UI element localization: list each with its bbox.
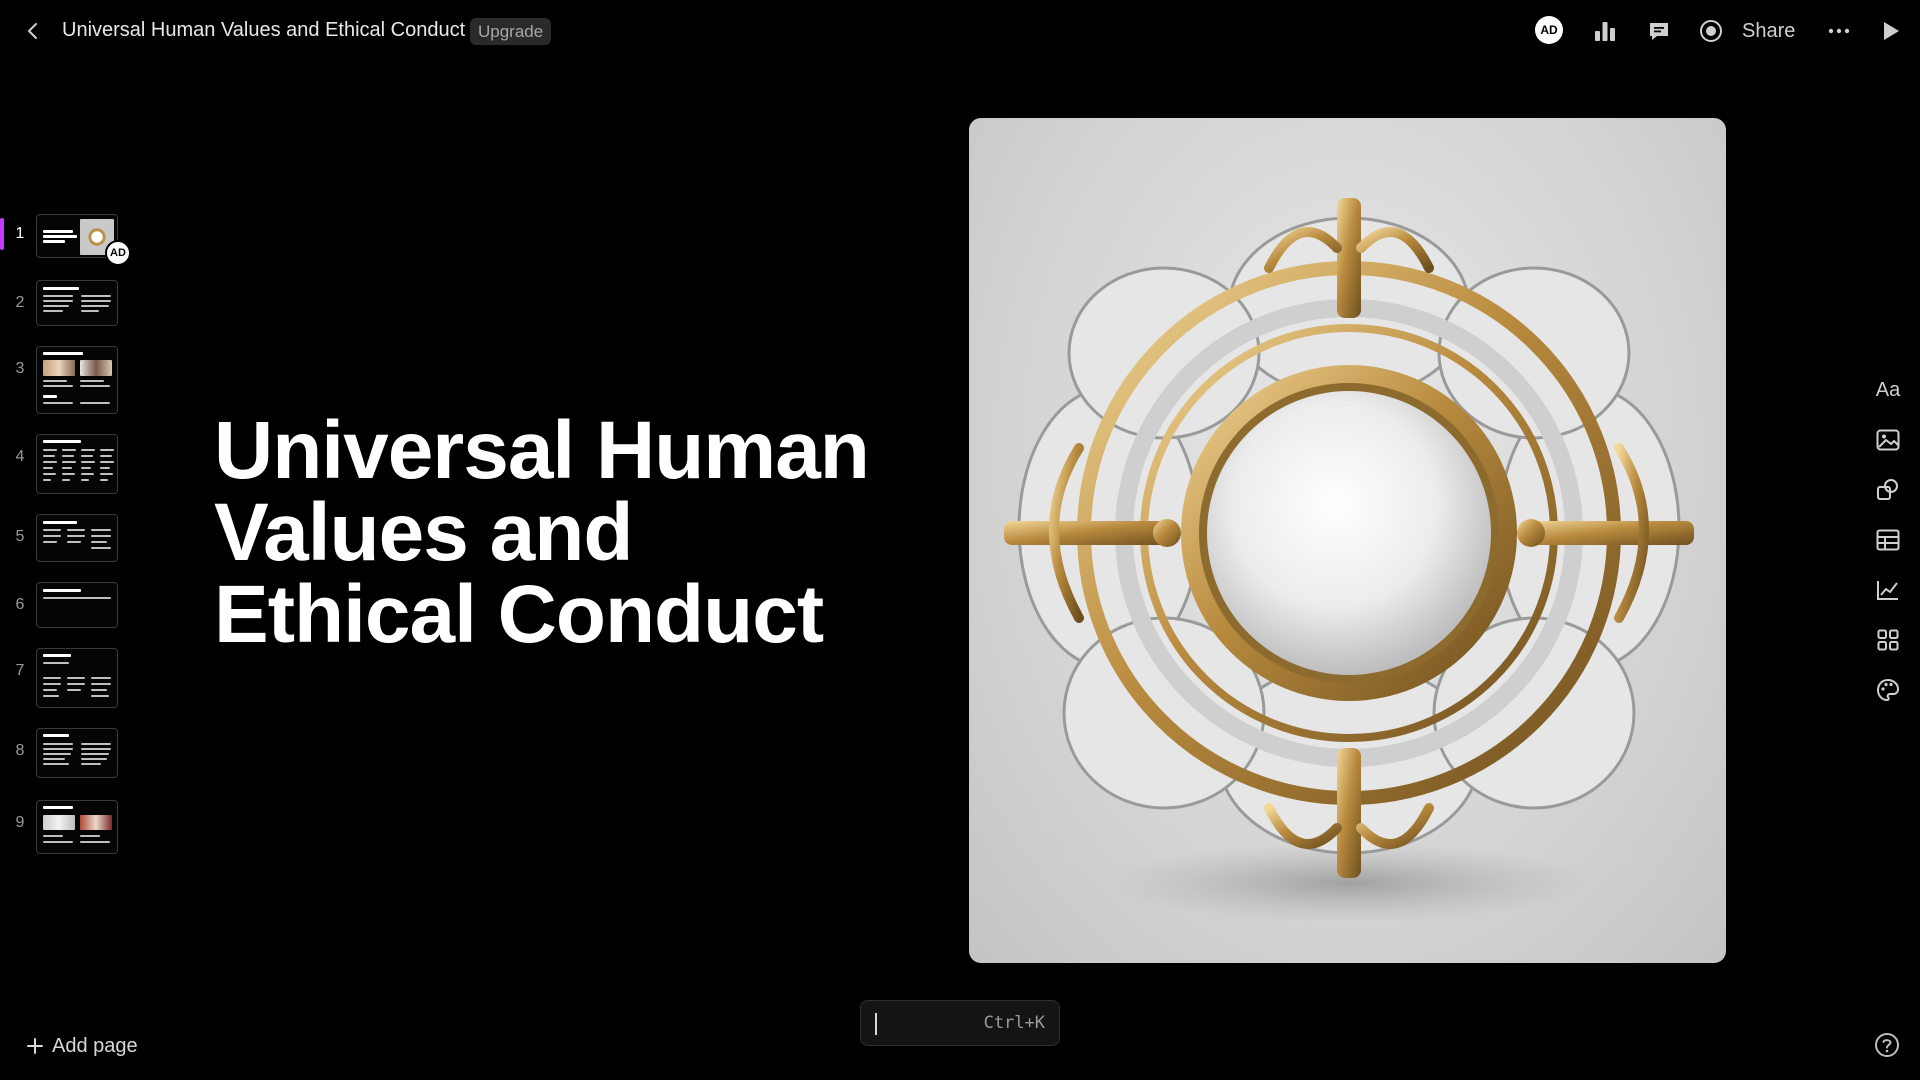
comments-button[interactable] [1642, 14, 1676, 48]
collaborator-avatar: AD [105, 240, 131, 266]
add-page-button[interactable]: Add page [26, 1032, 138, 1060]
comment-icon [1650, 23, 1668, 40]
insert-table-button[interactable] [1870, 522, 1906, 558]
page-number: 1 [15, 225, 25, 242]
share-button[interactable]: Share [1742, 14, 1795, 48]
play-icon [1884, 22, 1899, 40]
present-record-button[interactable] [1694, 14, 1728, 48]
insert-chart-button[interactable] [1870, 572, 1906, 608]
command-input[interactable]: Ctrl+K [860, 1000, 1060, 1046]
page-thumbnail-8[interactable]: 8 [0, 728, 130, 780]
theme-button[interactable] [1870, 672, 1906, 708]
page-thumbnail-9[interactable]: 9 [0, 800, 130, 854]
add-page-label: Add page [52, 1034, 138, 1057]
page-number: 3 [15, 360, 25, 377]
more-options-button[interactable] [1822, 14, 1856, 48]
page-thumbnail-6[interactable]: 6 [0, 582, 130, 630]
insert-image-button[interactable] [1870, 422, 1906, 458]
page-thumbnail-1[interactable]: 1 AD [0, 212, 131, 266]
page-thumbnail-7[interactable]: 7 [0, 648, 130, 710]
plus-icon [27, 1038, 43, 1054]
page-thumbnail-5[interactable]: 5 [0, 514, 130, 562]
more-horizontal-icon [1828, 28, 1850, 34]
page-number: 9 [15, 814, 25, 831]
page-preview [36, 280, 118, 326]
page-number: 8 [15, 742, 25, 759]
page-preview [36, 582, 118, 628]
analytics-button[interactable] [1588, 14, 1622, 48]
page-preview [36, 514, 118, 562]
top-bar: Universal Human Values and Ethical Condu… [0, 0, 1920, 62]
page-number: 2 [15, 294, 25, 311]
page-preview [36, 800, 118, 854]
chevron-left-icon [28, 23, 37, 39]
back-button[interactable] [18, 16, 48, 46]
slide-image[interactable] [969, 118, 1726, 963]
table-icon [1876, 529, 1900, 551]
command-shortcut-hint: Ctrl+K [983, 1013, 1045, 1033]
document-title[interactable]: Universal Human Values and Ethical Condu… [62, 19, 465, 42]
page-thumbnail-3[interactable]: 3 [0, 346, 130, 416]
insert-shape-button[interactable] [1870, 472, 1906, 508]
insert-app-button[interactable] [1870, 622, 1906, 658]
palette-icon [1876, 678, 1900, 702]
page-preview [36, 346, 118, 414]
help-button[interactable] [1874, 1032, 1904, 1062]
page-preview [36, 434, 118, 494]
upgrade-button[interactable]: Upgrade [470, 18, 552, 45]
help-icon [1875, 1033, 1899, 1057]
page-number: 4 [15, 448, 25, 465]
play-button[interactable] [1874, 14, 1908, 48]
slide-title[interactable]: Universal Human Values and Ethical Condu… [214, 410, 914, 656]
text-caret [875, 1013, 877, 1035]
page-thumbnail-2[interactable]: 2 [0, 280, 130, 328]
shapes-icon [1877, 479, 1898, 500]
page-number: 6 [15, 596, 25, 613]
ornate-brooch-illustration [1004, 198, 1694, 923]
image-icon [1876, 429, 1900, 451]
record-icon [1700, 20, 1722, 42]
page-preview [36, 728, 118, 778]
apps-icon [1877, 629, 1899, 651]
page-thumbnail-4[interactable]: 4 [0, 434, 130, 496]
text-style-button[interactable]: Aa [1870, 372, 1906, 408]
bar-chart-icon [1595, 22, 1615, 41]
text-style-icon: Aa [1875, 378, 1901, 401]
chart-icon [1877, 581, 1898, 600]
page-number: 7 [15, 662, 25, 679]
user-avatar[interactable]: AD [1535, 16, 1563, 44]
page-preview [36, 648, 118, 708]
page-number: 5 [15, 528, 25, 545]
